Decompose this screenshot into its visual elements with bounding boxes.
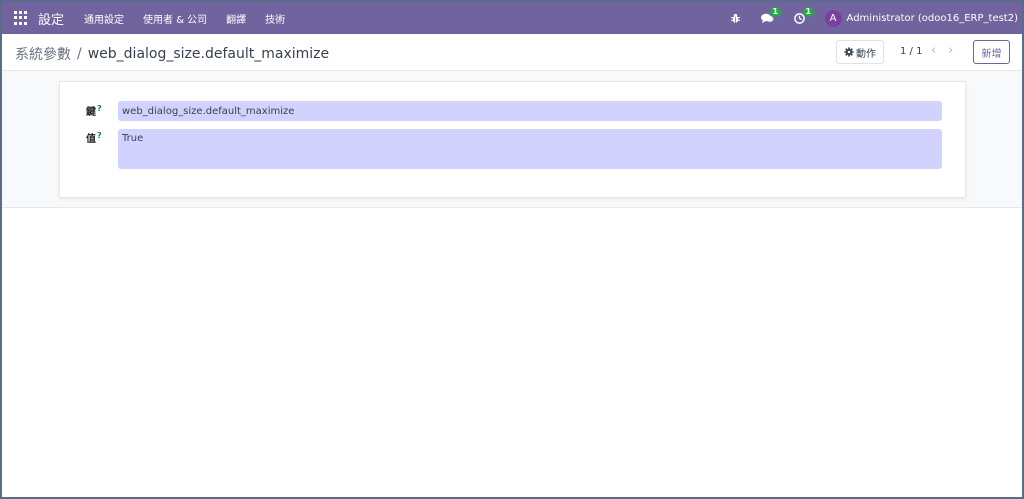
- menu-translations[interactable]: 翻譯: [226, 11, 246, 26]
- activities-count-badge: 1: [802, 6, 815, 17]
- key-label-text: 鍵: [86, 107, 96, 118]
- systray: 1 1 A Administrator (odoo16_ERP_test2): [730, 2, 1018, 34]
- value-label: 值?: [86, 130, 102, 145]
- new-button[interactable]: 新增: [973, 40, 1010, 64]
- user-menu[interactable]: A Administrator (odoo16_ERP_test2): [824, 9, 1018, 27]
- form-view: 鍵? 值? True: [2, 71, 1022, 208]
- user-name: Administrator (odoo16_ERP_test2): [846, 12, 1018, 24]
- apps-grid-icon[interactable]: [14, 11, 28, 25]
- value-help-tooltip[interactable]: ?: [97, 131, 102, 140]
- debug-menu[interactable]: [730, 13, 741, 24]
- messages-menu[interactable]: 1: [760, 6, 782, 24]
- breadcrumb-parent[interactable]: 系統參數: [15, 44, 71, 64]
- key-label: 鍵?: [86, 103, 102, 118]
- activities-menu[interactable]: 1: [793, 6, 815, 24]
- key-help-tooltip[interactable]: ?: [97, 104, 102, 113]
- chevron-left-icon[interactable]: ‹: [931, 43, 936, 58]
- new-button-label: 新增: [981, 48, 1002, 60]
- breadcrumb-current: web_dialog_size.default_maximize: [87, 46, 330, 62]
- chevron-right-icon[interactable]: ›: [948, 43, 953, 58]
- value-field[interactable]: True: [118, 129, 942, 169]
- value-label-text: 值: [86, 134, 96, 145]
- bug-icon: [730, 13, 740, 23]
- key-field[interactable]: [118, 101, 942, 121]
- messages-count-badge: 1: [769, 6, 782, 17]
- app-window: 設定 通用設定 使用者 & 公司 翻譯 技術 1 1 A Administrat…: [0, 0, 1024, 499]
- breadcrumb: 系統參數 / web_dialog_size.default_maximize: [15, 44, 329, 64]
- pager-value[interactable]: 1 / 1: [900, 46, 922, 57]
- action-button[interactable]: 動作: [836, 40, 884, 64]
- menu-users-companies[interactable]: 使用者 & 公司: [143, 11, 207, 26]
- form-sheet: 鍵? 值? True: [59, 81, 966, 198]
- gear-icon: [844, 47, 854, 57]
- control-panel: 系統參數 / web_dialog_size.default_maximize …: [2, 34, 1022, 71]
- avatar: A: [824, 9, 842, 27]
- app-title[interactable]: 設定: [38, 9, 64, 28]
- menu-technical[interactable]: 技術: [265, 11, 285, 26]
- menu-general-settings[interactable]: 通用設定: [84, 11, 124, 26]
- top-navbar: 設定 通用設定 使用者 & 公司 翻譯 技術 1 1 A Administrat…: [2, 2, 1022, 34]
- action-button-label: 動作: [856, 48, 876, 60]
- breadcrumb-separator: /: [77, 46, 82, 62]
